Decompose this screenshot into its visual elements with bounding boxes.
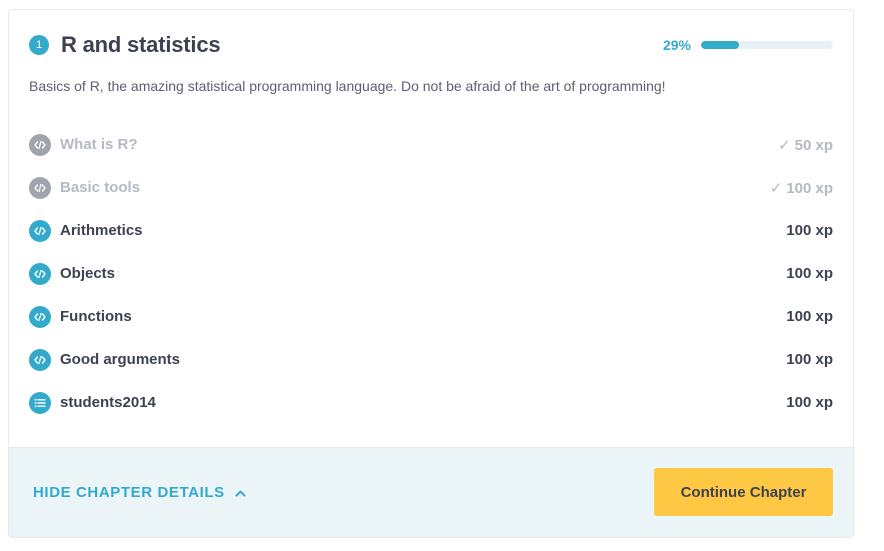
exercise-xp: 100 xp <box>786 394 833 411</box>
exercise-xp: ✓ 50 xp <box>778 136 833 154</box>
exercise-list: What is R? ✓ 50 xp Basic tools ✓ 100 xp Arithm… <box>29 134 833 435</box>
exercise-xp-value: 100 xp <box>786 394 833 411</box>
chevron-up-icon <box>235 484 246 501</box>
exercise-item[interactable]: Functions 100 xp <box>29 306 833 349</box>
chapter-header: 1 R and statistics 29% <box>29 32 833 58</box>
chapter-footer: HIDE CHAPTER DETAILS Continue Chapter <box>9 447 853 537</box>
exercise-item[interactable]: Arithmetics 100 xp <box>29 220 833 263</box>
chapter-number-badge: 1 <box>29 35 49 55</box>
exercise-item[interactable]: What is R? ✓ 50 xp <box>29 134 833 177</box>
exercise-xp: 100 xp <box>786 265 833 282</box>
chapter-title: R and statistics <box>61 32 221 57</box>
check-icon: ✓ <box>778 137 791 154</box>
code-icon <box>29 220 51 242</box>
exercise-item[interactable]: students2014 100 xp <box>29 392 833 435</box>
exercise-xp: 100 xp <box>786 308 833 325</box>
exercise-title: Functions <box>60 308 132 325</box>
exercise-xp-value: 50 xp <box>794 137 833 154</box>
exercise-xp-value: 100 xp <box>786 180 833 197</box>
list-icon <box>29 392 51 414</box>
code-icon <box>29 306 51 328</box>
exercise-title: Basic tools <box>60 179 141 196</box>
exercise-xp-value: 100 xp <box>786 351 833 368</box>
exercise-xp-value: 100 xp <box>786 222 833 239</box>
hide-chapter-details-label: HIDE CHAPTER DETAILS <box>33 484 225 501</box>
exercise-xp-value: 100 xp <box>786 308 833 325</box>
code-icon <box>29 349 51 371</box>
exercise-xp: ✓ 100 xp <box>770 179 833 197</box>
exercise-xp: 100 xp <box>786 222 833 239</box>
exercise-item[interactable]: Basic tools ✓ 100 xp <box>29 177 833 220</box>
progress-bar <box>701 41 833 49</box>
exercise-item[interactable]: Good arguments 100 xp <box>29 349 833 392</box>
exercise-xp-value: 100 xp <box>786 265 833 282</box>
check-icon: ✓ <box>769 180 783 197</box>
code-icon <box>29 177 51 199</box>
exercise-title: What is R? <box>60 136 138 153</box>
exercise-title: Good arguments <box>60 351 181 368</box>
exercise-title: Objects <box>60 265 116 282</box>
exercise-item[interactable]: Objects 100 xp <box>29 263 833 306</box>
exercise-xp: 100 xp <box>786 351 833 368</box>
progress-bar-fill <box>701 41 740 49</box>
exercise-title: Arithmetics <box>60 222 143 239</box>
code-icon <box>29 134 51 156</box>
chapter-description: Basics of R, the amazing statistical pro… <box>29 78 666 94</box>
code-icon <box>29 263 51 285</box>
exercise-title: students2014 <box>60 394 156 411</box>
chapter-card: 1 R and statistics 29% Basics of R, the … <box>8 9 854 538</box>
hide-chapter-details-link[interactable]: HIDE CHAPTER DETAILS <box>33 484 246 501</box>
progress-percent: 29% <box>662 37 691 53</box>
continue-chapter-button[interactable]: Continue Chapter <box>654 468 833 516</box>
